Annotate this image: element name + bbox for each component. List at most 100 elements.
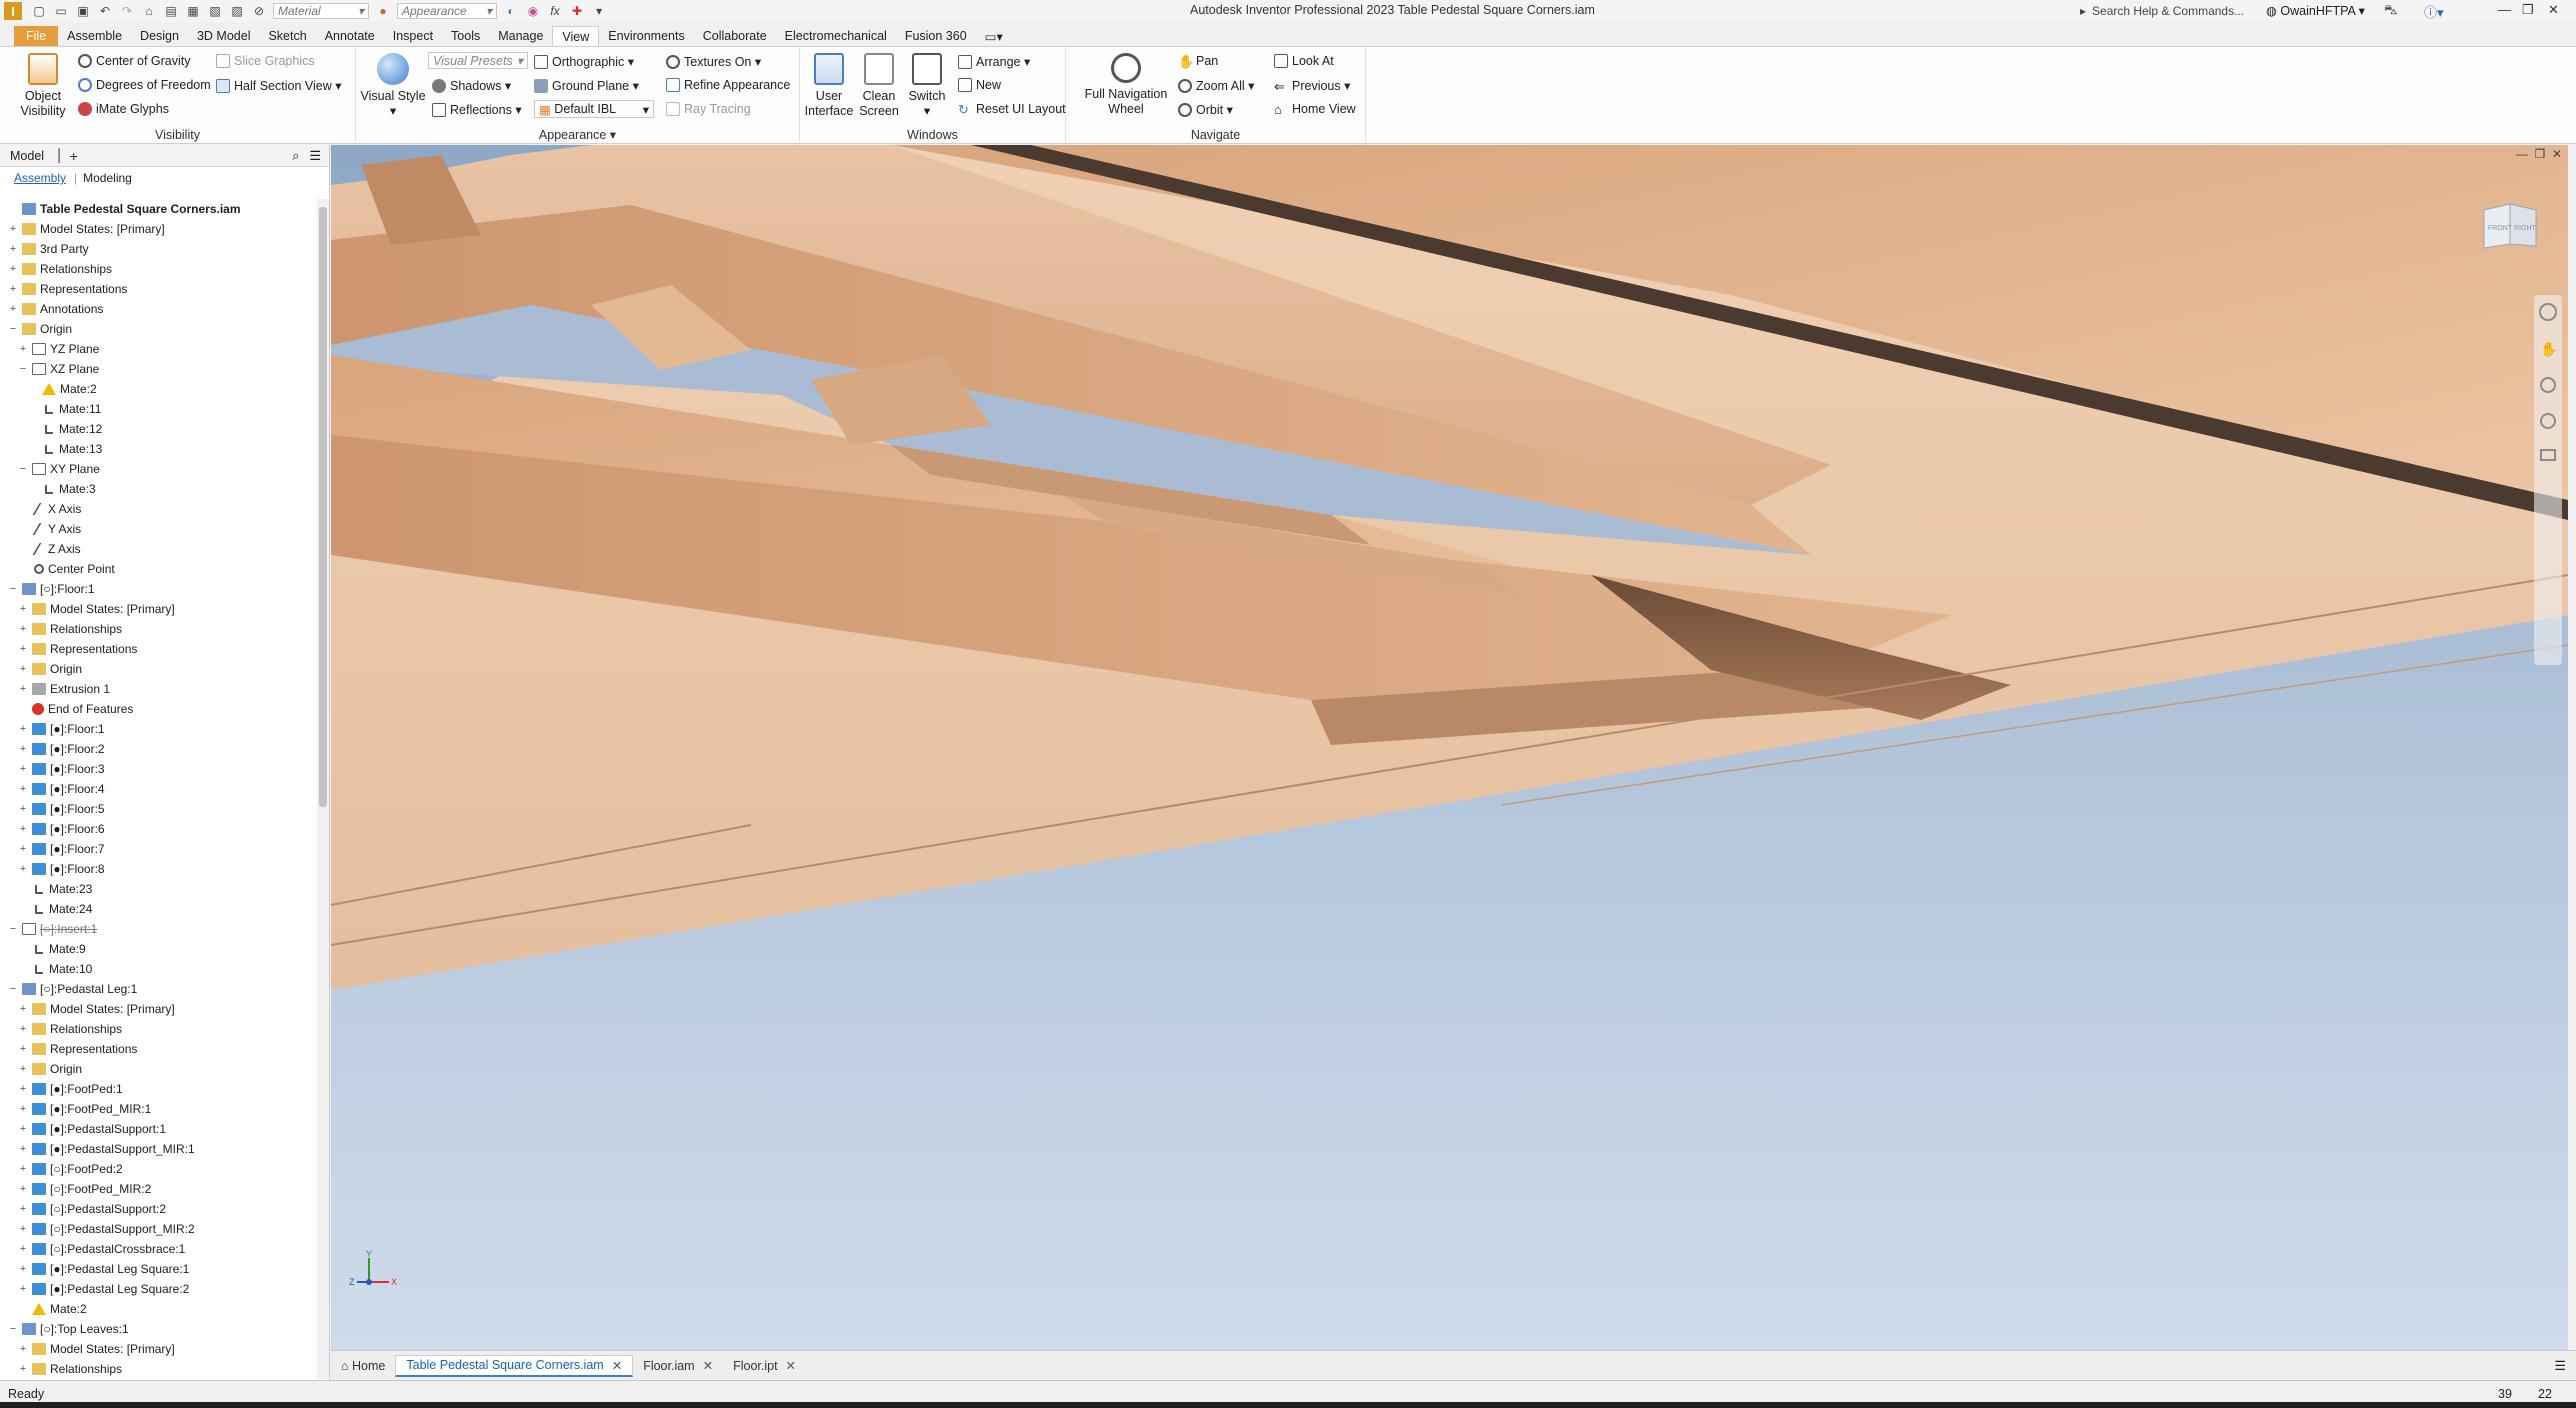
textures-on-button[interactable]: Textures On ▾ [666, 54, 761, 69]
visual-presets-dropdown[interactable]: Visual Presets ▾ [428, 52, 528, 69]
expand-toggle-icon[interactable]: + [18, 724, 28, 735]
zoom-all-button[interactable]: Zoom All ▾ [1178, 78, 1254, 93]
close-tab-icon[interactable]: ▕ [50, 148, 60, 163]
tree-node[interactable]: +3rd Party [0, 239, 316, 259]
tree-node[interactable]: + [○]:PedastalSupport:2 [0, 1199, 316, 1219]
tab-tools[interactable]: Tools [442, 26, 489, 46]
expand-toggle-icon[interactable]: + [18, 1264, 28, 1275]
document-tab[interactable]: Floor.ipt ✕ [723, 1355, 806, 1377]
save-icon[interactable]: ▣ [74, 3, 92, 19]
expand-toggle-icon[interactable]: + [18, 1104, 28, 1115]
return-icon[interactable]: ▧ [206, 3, 224, 19]
tree-node[interactable]: + Representations [0, 279, 316, 299]
expand-toggle-icon[interactable]: + [8, 304, 18, 315]
reflections-button[interactable]: Reflections ▾ [432, 102, 522, 117]
tree-node[interactable]: + Representations [0, 639, 316, 659]
tree-node[interactable]: + [○]:FootPed_MIR:2 [0, 1179, 316, 1199]
appearance-panel-title[interactable]: Appearance ▾ [356, 127, 799, 142]
expand-toggle-icon[interactable]: + [18, 1164, 28, 1175]
close-tab-icon[interactable]: ✕ [786, 1358, 796, 1373]
tab-fusion-360[interactable]: Fusion 360 [896, 26, 976, 46]
close-view-icon[interactable]: ✕ [2552, 147, 2562, 161]
tree-node[interactable]: Mate:2 [0, 379, 316, 399]
orbit-icon[interactable] [2540, 413, 2556, 429]
expand-toggle-icon[interactable]: + [18, 1124, 28, 1135]
tree-node[interactable]: End of Features [0, 699, 316, 719]
tab-design[interactable]: Design [131, 26, 188, 46]
expand-toggle-icon[interactable]: − [8, 984, 18, 995]
tree-node[interactable]: Center Point [0, 559, 316, 579]
help-icon[interactable]: ⓘ▾ [2424, 2, 2444, 21]
expand-toggle-icon[interactable]: + [18, 824, 28, 835]
tree-node[interactable]: − [○]:Floor:1 [0, 579, 316, 599]
undo-icon[interactable]: ↶ [96, 3, 114, 19]
minimize-icon[interactable]: — [2498, 2, 2511, 17]
viewcube[interactable]: FRONT RIGHT [2480, 200, 2540, 250]
expand-toggle-icon[interactable]: + [18, 1144, 28, 1155]
expand-toggle-icon[interactable]: + [18, 1344, 28, 1355]
zoom-icon[interactable] [2540, 377, 2556, 393]
tab-overflow[interactable]: ▭▾ [976, 26, 1012, 46]
ground-plane-button[interactable]: Ground Plane ▾ [534, 78, 639, 93]
restore-icon[interactable]: ❐ [2522, 2, 2534, 18]
tree-node[interactable]: + Origin [0, 1059, 316, 1079]
open-folder-icon[interactable]: ▭ [52, 3, 70, 19]
new-file-icon[interactable]: ▢ [30, 3, 48, 19]
pan-button[interactable]: ✋ Pan [1178, 54, 1218, 69]
expand-toggle-icon[interactable]: + [18, 744, 28, 755]
expand-toggle-icon[interactable]: + [8, 224, 18, 235]
reset-ui-layout-button[interactable]: ↻ Reset UI Layout [958, 102, 1066, 117]
tree-node[interactable]: + Relationships [0, 1359, 316, 1379]
select-icon[interactable]: ▦ [184, 3, 202, 19]
tree-node[interactable]: Mate:13 [0, 439, 316, 459]
expand-toggle-icon[interactable]: − [8, 1324, 18, 1335]
orbit-button[interactable]: Orbit ▾ [1178, 102, 1233, 117]
steering-wheel-icon[interactable] [2539, 303, 2557, 321]
tree-node[interactable]: + [●]:Floor:3 [0, 759, 316, 779]
expand-toggle-icon[interactable]: + [18, 684, 28, 695]
add-browser-icon[interactable]: + [70, 148, 78, 164]
expand-toggle-icon[interactable]: + [18, 844, 28, 855]
tree-node[interactable]: + Model States: [Primary] [0, 219, 316, 239]
full-navigation-wheel-button[interactable]: Full Navigation Wheel [1076, 53, 1176, 117]
tab-assembly[interactable]: Assembly [14, 171, 66, 185]
tab-manage[interactable]: Manage [489, 26, 552, 46]
tab-home[interactable]: ⌂ Home [331, 1355, 395, 1377]
redo-icon[interactable]: ↷ [118, 3, 136, 19]
new-window-button[interactable]: New [958, 78, 1001, 92]
tree-node[interactable]: + YZ Plane [0, 339, 316, 359]
tab-file[interactable]: File [14, 26, 59, 46]
project-icon[interactable]: ▨ [228, 3, 246, 19]
inventor-logo-icon[interactable]: I [4, 2, 22, 20]
expand-toggle-icon[interactable]: + [18, 1044, 28, 1055]
expand-toggle-icon[interactable]: + [18, 784, 28, 795]
look-at-button[interactable]: Look At [1274, 54, 1334, 68]
appearance-sphere-icon[interactable]: ● [374, 3, 392, 19]
close-icon[interactable]: ✕ [2548, 2, 2559, 18]
tree-node[interactable]: X Axis [0, 499, 316, 519]
tree-node[interactable]: + [○]:FootPed:2 [0, 1159, 316, 1179]
browser-scrollbar[interactable] [317, 199, 329, 1379]
expand-toggle-icon[interactable]: + [18, 1204, 28, 1215]
tree-node[interactable]: + [●]:Floor:5 [0, 799, 316, 819]
tab-menu-icon[interactable]: ☰ [2554, 1358, 2566, 1374]
tree-node[interactable]: + Annotations [0, 299, 316, 319]
menu-icon[interactable]: ☰ [309, 148, 321, 164]
tree-node[interactable]: + [●]:Floor:1 [0, 719, 316, 739]
tree-node[interactable]: + [●]:Floor:6 [0, 819, 316, 839]
tree-node[interactable]: − [○]:Pedastal Leg:1 [0, 979, 316, 999]
tree-node[interactable]: Y Axis [0, 519, 316, 539]
pan-icon[interactable]: ✋ [2540, 341, 2557, 357]
tab-sketch[interactable]: Sketch [259, 26, 315, 46]
customize-qat-icon[interactable]: ▾ [590, 3, 608, 19]
tree-node[interactable]: + [●]:Floor:2 [0, 739, 316, 759]
tree-node[interactable]: + [●]:Floor:8 [0, 859, 316, 879]
tree-node[interactable]: − XZ Plane [0, 359, 316, 379]
expand-toggle-icon[interactable]: + [18, 664, 28, 675]
parameters-icon[interactable]: fx [546, 3, 564, 19]
tab-3d-model[interactable]: 3D Model [188, 26, 260, 46]
previous-view-button[interactable]: ⇐ Previous ▾ [1274, 78, 1350, 94]
search-icon[interactable]: ⌕ [292, 148, 299, 164]
tab-inspect[interactable]: Inspect [384, 26, 442, 46]
expand-toggle-icon[interactable]: + [18, 1004, 28, 1015]
